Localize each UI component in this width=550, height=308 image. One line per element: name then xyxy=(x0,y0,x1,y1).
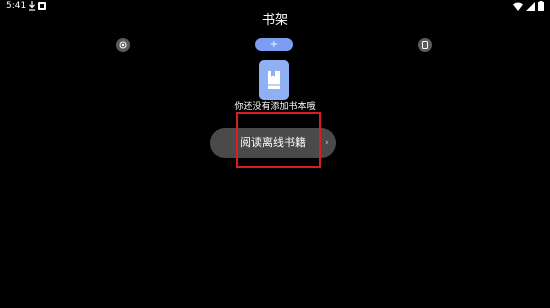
page-title: 书架 xyxy=(261,13,288,28)
download-icon xyxy=(29,1,35,11)
settings-circle-icon xyxy=(119,41,127,49)
empty-bookshelf-illustration xyxy=(259,60,289,100)
phone-icon xyxy=(422,41,428,49)
phone-button[interactable] xyxy=(418,38,432,52)
empty-state-message: 你还没有添加书本哦 xyxy=(234,102,316,112)
battery-icon xyxy=(538,1,544,11)
book-icon xyxy=(268,71,280,89)
app-notification-icon xyxy=(38,2,46,10)
chevron-right-icon: › xyxy=(325,138,329,148)
wifi-icon xyxy=(513,2,523,11)
bookshelf-screen: 5:41 书架 + 你还没有添加书本哦 阅读离线书籍 › xyxy=(0,0,550,308)
status-time: 5:41 xyxy=(6,1,27,11)
status-bar: 5:41 xyxy=(0,0,550,12)
read-offline-books-label: 阅读离线书籍 xyxy=(240,136,306,149)
settings-button[interactable] xyxy=(116,38,130,52)
signal-icon xyxy=(526,1,535,11)
add-book-button[interactable]: + xyxy=(255,38,293,51)
status-right-group xyxy=(513,1,544,11)
